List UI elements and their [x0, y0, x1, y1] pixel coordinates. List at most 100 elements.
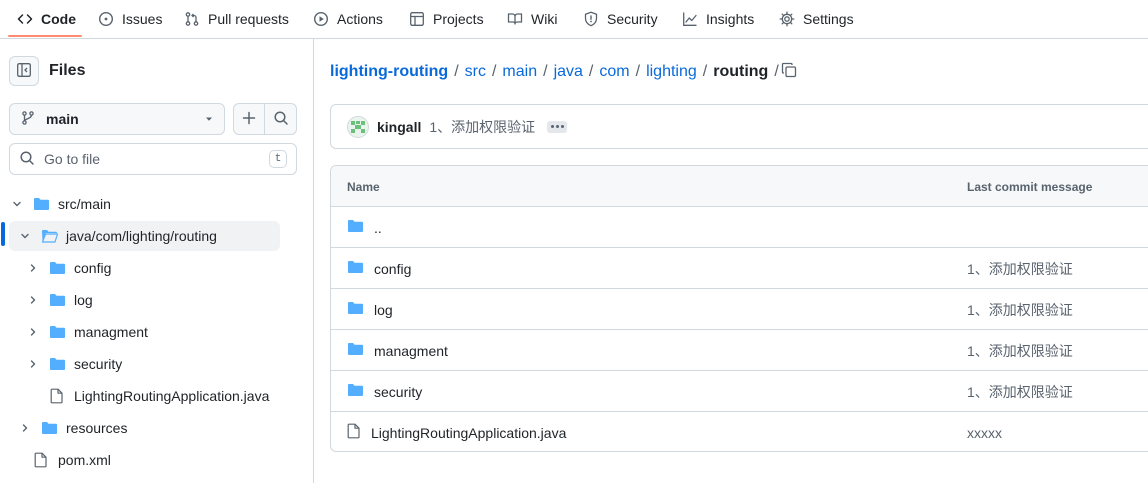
row-commit-message[interactable]: 1、添加权限验证: [967, 371, 1073, 412]
breadcrumb-separator: /: [588, 63, 594, 80]
go-to-file-search[interactable]: t: [9, 143, 297, 175]
repo-nav: Code Issues Pull requests Actions Projec…: [0, 0, 1148, 39]
branch-name: main: [46, 111, 79, 127]
search-icon: [273, 110, 289, 129]
row-name-link[interactable]: LightingRoutingApplication.java: [371, 425, 566, 441]
row-commit-message[interactable]: 1、添加权限验证: [967, 330, 1073, 371]
breadcrumb-link-main[interactable]: main: [502, 63, 537, 81]
breadcrumb-link-com[interactable]: com: [599, 63, 629, 81]
tree-item-lightingroutingapplication-java[interactable]: LightingRoutingApplication.java: [48, 381, 269, 411]
tree-item-resources[interactable]: resources: [17, 413, 127, 443]
row-commit-message[interactable]: 1、添加权限验证: [967, 248, 1073, 289]
row-name-link[interactable]: managment: [374, 343, 448, 359]
git-pull-request-icon: [184, 11, 200, 27]
play-icon: [313, 11, 329, 27]
tab-label: Wiki: [531, 11, 558, 27]
tab-issues[interactable]: Issues: [98, 0, 162, 38]
tree-item-src-main[interactable]: src/main: [9, 189, 280, 219]
row-commit-message[interactable]: 1、添加权限验证: [967, 289, 1073, 330]
tree-item-java-com-lighting-routing[interactable]: java/com/lighting/routing: [9, 221, 280, 251]
tree-item-pom-xml[interactable]: pom.xml: [32, 445, 111, 475]
tree-item-managment[interactable]: managment: [25, 317, 148, 347]
expand-commit-button[interactable]: [547, 120, 568, 133]
row-commit-message[interactable]: xxxxx: [967, 412, 1002, 451]
folder-icon: [40, 421, 58, 435]
collapse-sidebar-button[interactable]: [9, 56, 39, 86]
breadcrumb-link-java[interactable]: java: [554, 63, 583, 81]
tab-projects[interactable]: Projects: [409, 0, 484, 38]
go-to-file-input[interactable]: [44, 151, 260, 167]
column-header-name: Name: [347, 180, 380, 194]
table-row[interactable]: config 1、添加权限验证: [331, 248, 1148, 289]
folder-icon: [347, 301, 364, 318]
graph-icon: [682, 11, 698, 27]
folder-icon: [347, 260, 364, 277]
tab-wiki[interactable]: Wiki: [507, 0, 557, 38]
table-row[interactable]: LightingRoutingApplication.java xxxxx: [331, 412, 1148, 451]
branch-selector[interactable]: main: [9, 103, 225, 135]
issue-opened-icon: [98, 11, 114, 27]
table-row[interactable]: managment 1、添加权限验证: [331, 330, 1148, 371]
tree-item-config[interactable]: config: [25, 253, 111, 283]
breadcrumb-link-lighting[interactable]: lighting: [646, 63, 697, 81]
chevron-down-icon: [17, 230, 33, 242]
table-row[interactable]: ..: [331, 207, 1148, 248]
file-icon: [48, 388, 66, 404]
tab-label: Projects: [433, 11, 484, 27]
latest-commit-bar: kingall 1、添加权限验证: [330, 104, 1148, 149]
commit-message[interactable]: 1、添加权限验证: [429, 117, 535, 137]
folder-icon: [347, 219, 364, 236]
copy-path-button[interactable]: [778, 60, 800, 82]
file-table: Name Last commit message .. config 1、添加权…: [330, 165, 1148, 452]
tab-code[interactable]: Code: [17, 0, 76, 38]
breadcrumb-separator: /: [543, 63, 548, 80]
folder-icon: [347, 342, 364, 359]
file-icon: [32, 452, 50, 468]
tree-item-label: security: [74, 356, 123, 372]
tab-actions[interactable]: Actions: [313, 0, 383, 38]
breadcrumb-repo-link[interactable]: lighting-routing: [330, 63, 448, 81]
tree-item-label: pom.xml: [58, 452, 111, 468]
search-icon: [19, 150, 35, 169]
sidebar-collapse-icon: [16, 62, 32, 81]
breadcrumb: lighting-routing / src / main / java / c…: [330, 63, 785, 81]
row-name-link[interactable]: log: [374, 302, 393, 318]
active-tab-indicator: [8, 35, 82, 37]
chevron-right-icon: [25, 326, 41, 338]
breadcrumb-separator: /: [454, 63, 459, 80]
gear-icon: [779, 11, 795, 27]
tab-label: Code: [41, 11, 76, 27]
tab-security[interactable]: Security: [583, 0, 658, 38]
ellipsis-dot: [550, 125, 554, 128]
ellipsis-dot: [555, 125, 559, 128]
tab-label: Pull requests: [208, 11, 289, 27]
search-code-button[interactable]: [265, 103, 297, 135]
git-branch-icon: [20, 110, 36, 129]
tab-settings[interactable]: Settings: [779, 0, 854, 38]
breadcrumb-link-src[interactable]: src: [465, 63, 486, 81]
row-name-link[interactable]: config: [374, 261, 411, 277]
commit-author[interactable]: kingall: [377, 119, 421, 135]
file-tree-sidebar: Files main t src/main java/com: [0, 39, 314, 483]
add-file-button[interactable]: [233, 103, 265, 135]
column-header-message: Last commit message: [967, 180, 1093, 194]
folder-open-icon: [32, 197, 50, 211]
tree-item-security[interactable]: security: [25, 349, 122, 379]
folder-icon: [48, 325, 66, 339]
tab-insights[interactable]: Insights: [682, 0, 754, 38]
chevron-right-icon: [17, 422, 33, 434]
row-name-link[interactable]: security: [374, 384, 422, 400]
code-icon: [17, 11, 33, 27]
shield-icon: [583, 11, 599, 27]
avatar[interactable]: [347, 115, 369, 138]
breadcrumb-separator: /: [702, 63, 708, 80]
table-icon: [409, 11, 425, 27]
tree-item-label: LightingRoutingApplication.java: [74, 388, 270, 404]
triangle-down-icon: [204, 111, 214, 127]
parent-directory-link[interactable]: ..: [374, 220, 382, 236]
tab-pull-requests[interactable]: Pull requests: [184, 0, 289, 38]
table-row[interactable]: security 1、添加权限验证: [331, 371, 1148, 412]
tree-item-log[interactable]: log: [25, 285, 93, 315]
folder-icon: [48, 357, 66, 371]
table-row[interactable]: log 1、添加权限验证: [331, 289, 1148, 330]
